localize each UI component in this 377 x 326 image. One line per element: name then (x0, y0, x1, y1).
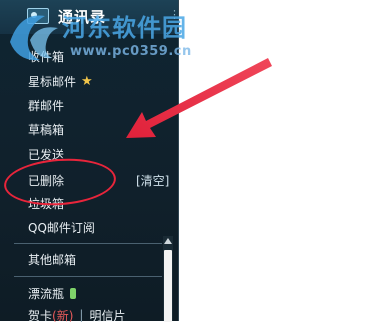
star-icon: ★ (81, 73, 93, 89)
watermark-site-name: 河东软件园 (62, 13, 187, 42)
scroll-up-arrow-icon[interactable] (164, 238, 172, 244)
divider (14, 276, 162, 277)
divider (14, 243, 162, 244)
folder-drafts-label: 草稿箱 (28, 122, 65, 137)
clear-trash-label: [清空] (136, 173, 170, 188)
folder-group-mail[interactable]: 群邮件 (28, 94, 64, 116)
folder-qq-subscription-label: QQ邮件订阅 (28, 220, 95, 235)
folder-cards: 贺卡 (新) | 明信片 (28, 304, 125, 326)
watermark-url: www.pc0359.cn (70, 44, 192, 59)
watermark-logo-icon (10, 15, 58, 61)
folder-drift-bottle[interactable]: 漂流瓶 (28, 282, 77, 304)
link-separator: | (79, 308, 84, 322)
folder-drafts[interactable]: 草稿箱 (28, 118, 64, 140)
folder-group-mail-label: 群邮件 (28, 98, 65, 113)
bottle-icon (70, 287, 77, 299)
folder-other-mailboxes-label: 其他邮箱 (28, 252, 77, 267)
folder-starred[interactable]: 星标邮件 ★ (28, 70, 93, 92)
scrollbar-thumb[interactable] (164, 250, 172, 322)
clear-trash-link[interactable]: [清空] (136, 169, 169, 191)
folder-starred-label: 星标邮件 (28, 74, 77, 89)
folder-qq-subscription[interactable]: QQ邮件订阅 (28, 216, 95, 238)
folder-drift-bottle-label: 漂流瓶 (28, 286, 65, 301)
folder-other-mailboxes[interactable]: 其他邮箱 (28, 248, 76, 270)
